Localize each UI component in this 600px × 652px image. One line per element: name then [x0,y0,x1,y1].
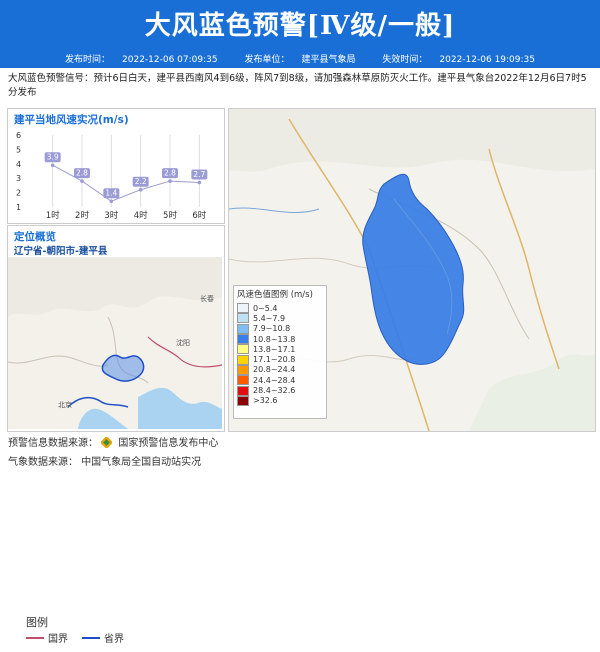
legend-row: 28.4~32.6 [234,385,326,396]
warning-source-label: 预警信息数据来源： [8,438,98,449]
legend-swatch [237,375,249,386]
legend-label: 5.4~7.9 [253,313,286,323]
y-tick-label: 5 [16,145,21,154]
warning-source-line: 预警信息数据来源： 国家预警信息发布中心 [8,434,218,449]
wind-speed-data-label: 2.8 [164,169,176,178]
legend-row: 24.4~28.4 [234,375,326,386]
legend-row: 7.9~10.8 [234,323,326,334]
wind-color-legend: 风速色值图例 (m/s) 0~5.4 5.4~7.9 7.9~10.8 10.8… [233,285,327,419]
weather-source: 中国气象局全国自动站实况 [81,457,202,468]
legend-row: 20.8~24.4 [234,364,326,375]
legend-label: 7.9~10.8 [253,324,291,334]
weather-source-line: 气象数据来源： 中国气象局全国自动站实况 [8,453,201,468]
expire-time-label: 失效时间： [382,55,428,65]
weather-source-label: 气象数据来源： [8,457,78,468]
wind-speed-data-label: 2.8 [76,169,88,178]
location-title: 定位概览 [14,231,56,243]
alert-title: 大风蓝色预警[Ⅳ级/一般] [144,11,456,41]
wind-speed-chart: 1 2 3 4 5 6 1时 2时 3时 4时 5时 6时 3.9 2.8 1.4 2.2 2.8 2.7 [16,131,208,221]
national-border-line [26,636,44,639]
legend-swatch [237,354,249,365]
wind-speed-data-label: 2.2 [135,177,147,186]
national-border-label: 国界 [48,634,68,645]
wind-speed-point [80,179,84,183]
legend-swatch [237,385,249,396]
y-tick-label: 1 [16,203,21,212]
map-legend: 图例 国界 省界 [22,614,142,652]
provincial-border-line [82,636,100,639]
wind-speed-point [168,179,172,183]
alert-header: 大风蓝色预警[Ⅳ级/一般] [0,0,600,52]
legend-label: 10.8~13.8 [253,334,296,344]
legend-label: 13.8~17.1 [253,344,296,354]
publish-unit-label: 发布单位： [244,55,290,65]
y-tick-label: 6 [16,131,21,140]
wind-speed-point [50,163,55,168]
warning-center-logo-icon [101,437,113,448]
wind-legend-title: 风速色值图例 (m/s) [237,290,313,300]
legend-swatch [237,395,249,406]
alert-description: 大风蓝色预警信号：预计6日白天，建平县西南风4到6级，阵风7到8级，请加强森林草… [8,73,587,98]
legend-swatch [237,364,249,375]
legend-row: 5.4~7.9 [234,313,326,324]
location-panel: 定位概览 辽宁省-朝阳市-建平县 北京 沈阳 长春 图例 国界 省界 [7,225,225,652]
y-tick-label: 2 [16,189,21,198]
publish-time: 2022-12-06 07:09:35 [122,55,218,65]
legend-swatch [237,344,249,355]
legend-label: 28.4~32.6 [253,386,296,396]
legend-row: 10.8~13.8 [234,334,326,345]
legend-swatch [237,323,249,334]
overview-map[interactable]: 北京 沈阳 长春 [8,257,222,429]
provincial-border-label: 省界 [104,634,124,645]
legend-row: 0~5.4 [234,303,326,314]
alert-meta-bar: 发布时间： 2022-12-06 07:09:35 发布单位： 建平县气象局 失效时… [0,52,600,68]
location-region: 辽宁省-朝阳市-建平县 [14,246,108,257]
legend-row: >32.6 [234,395,326,406]
legend-label: 24.4~28.4 [253,375,296,385]
warning-source: 国家预警信息发布中心 [118,438,219,449]
x-tick-label: 3时 [104,210,118,221]
wind-speed-data-label: 3.9 [47,153,59,162]
legend-label: 20.8~24.4 [253,365,296,375]
x-tick-label: 6时 [192,210,206,221]
wind-speed-point [197,180,202,185]
y-tick-label: 4 [16,160,21,169]
wind-chart-title: 建平当地风速实况(m/s) [14,114,129,126]
legend-label: 0~5.4 [253,303,278,313]
x-tick-label: 2时 [75,210,89,221]
legend-swatch [237,334,249,345]
y-tick-label: 3 [16,174,21,183]
wind-speed-point [109,199,114,204]
legend-label: >32.6 [253,396,278,406]
x-tick-label: 5时 [163,210,177,221]
wind-speed-point [138,187,143,192]
wind-speed-data-label: 2.7 [193,170,205,179]
publish-unit: 建平县气象局 [301,55,356,65]
map-label-changchun: 长春 [200,294,214,303]
x-tick-label: 1时 [46,210,60,221]
wind-speed-data-label: 1.4 [105,189,117,198]
map-label-beijing: 北京 [58,400,72,409]
map-label-shenyang: 沈阳 [176,338,190,347]
expire-time: 2022-12-06 19:09:35 [439,55,535,65]
legend-swatch [237,303,249,314]
legend-label: 17.1~20.8 [253,355,296,365]
map-legend-title: 图例 [26,616,48,629]
x-tick-label: 4时 [134,210,148,221]
legend-row: 13.8~17.1 [234,344,326,355]
legend-swatch [237,313,249,324]
publish-time-label: 发布时间： [65,55,111,65]
legend-row: 17.1~20.8 [234,354,326,365]
wind-chart-panel: 建平当地风速实况(m/s) 1 2 3 4 5 6 1时 2时 3时 4时 5时 6时 3.9 2.8 1.… [7,108,225,224]
